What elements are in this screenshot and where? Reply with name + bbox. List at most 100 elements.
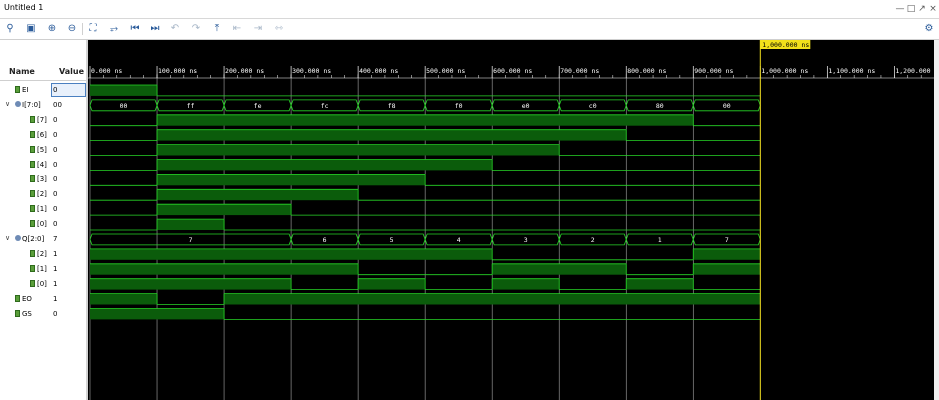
signal-row[interactable]: GS 0 [0,307,86,322]
bus-value-label: 2 [591,236,595,244]
zoom-in-icon[interactable]: ⊕ [45,21,59,36]
bus-value-label: 00 [723,102,731,110]
bus-value-label: fc [321,102,329,110]
bus-value-label: c0 [589,102,597,110]
name-value-header: Name Value [0,66,86,81]
signal-row[interactable]: [7] 0 [0,113,86,128]
signal-value: 1 [53,264,58,273]
signal-row[interactable]: [1] 1 [0,262,86,277]
signal-value: 0 [53,145,58,154]
ruler-tick-label: 300.000 ns [292,67,331,75]
signal-row[interactable]: [2] 0 [0,187,86,202]
next-marker-icon[interactable]: ⇥ [251,21,265,36]
bus-value-label: f0 [455,102,463,110]
signal-name: [1] [37,264,47,273]
signal-row[interactable]: ∨ I[7:0] 00 [0,98,86,113]
search-icon[interactable]: ⚲ [3,21,17,36]
bus-value-label: ff [187,102,195,110]
signal-name: [2] [37,190,47,199]
go-to-last-time-icon[interactable]: ⏭ [148,21,162,36]
window-titlebar: Untitled 1 — □ ↗ × [0,0,939,19]
signal-value: 0 [53,160,58,169]
settings-icon[interactable]: ⚙ [922,21,936,36]
bit-signal-icon [15,309,20,317]
signal-row[interactable]: [6] 0 [0,128,86,143]
signal-value: 0 [53,190,58,199]
next-transition-icon[interactable]: ↷ [189,21,203,36]
signal-name: EI [22,86,29,94]
chevron-down-icon[interactable]: ∨ [5,234,10,242]
signal-row[interactable]: EI 0 [0,83,86,98]
wave-high-region [157,144,560,156]
signal-row[interactable]: [4] 0 [0,158,86,173]
ruler-tick-label: 400.000 ns [359,67,398,75]
swap-cursors-icon[interactable]: ⇿ [272,21,286,36]
zoom-fit-icon[interactable]: ⛶ [86,21,100,36]
chevron-down-icon[interactable]: ∨ [5,100,10,108]
save-icon[interactable]: ▣ [24,21,38,36]
wave-high-region [90,85,158,96]
signal-row[interactable]: [0] 0 [0,217,86,232]
vertical-scrollbar[interactable] [934,40,939,400]
waveform-canvas[interactable]: 0.000 ns 100.000 ns 200.000 ns 300.000 ns 40… [88,40,934,400]
signal-row[interactable]: [1] 0 [0,202,86,217]
signal-name: [0] [37,220,47,229]
bit-signal-icon [15,294,20,302]
signal-value: 0 [53,86,58,94]
name-column-header[interactable]: Name [9,67,35,76]
signal-name: [0] [37,279,47,288]
bus-value-label: 1 [658,236,662,244]
bit-signal-icon [30,115,35,123]
toolbar: ⚲ ▣ ⊕ ⊖ ⛶ ⥅ ⏮ ⏭ ↶ ↷ ⤒ ⇤ ⇥ ⇿ ⚙ [0,19,939,40]
signal-name: [1] [37,205,47,214]
signal-row[interactable]: [0] 1 [0,277,86,292]
signal-name: [5] [37,145,47,154]
signal-name: Q[2:0] [22,235,45,243]
waveform-panel[interactable]: 0.000 ns 100.000 ns 200.000 ns 300.000 ns 40… [88,40,934,400]
wave-high-region [358,278,426,290]
signal-value: 0 [53,115,58,124]
bit-signal-icon [30,205,35,213]
bit-signal-icon [30,175,35,183]
wave-high-region [157,159,493,171]
bit-signal-icon [30,264,35,272]
signal-name: I[7:0] [22,100,41,109]
previous-transition-icon[interactable]: ↶ [168,21,182,36]
add-marker-icon[interactable]: ⤒ [210,21,224,36]
bus-value-label: 5 [390,236,394,244]
close-icon[interactable]: × [928,3,938,15]
minimize-icon[interactable]: — [895,3,905,15]
wave-high-region [492,278,560,290]
signal-row[interactable]: [5] 0 [0,143,86,158]
go-to-cursor-icon[interactable]: ⥅ [107,21,121,36]
bus-value-label: 80 [656,102,664,110]
ruler-tick-label: 0.000 ns [91,67,122,75]
previous-marker-icon[interactable]: ⇤ [230,21,244,36]
go-to-time-0-icon[interactable]: ⏮ [128,21,142,36]
restore-icon[interactable]: □ [906,3,916,15]
bus-value-label: 3 [524,236,528,244]
window-title: Untitled 1 [4,3,44,12]
wave-high-region [90,263,359,275]
bus-value-label: 7 [725,236,729,244]
bus-value-label: 7 [189,236,193,244]
signal-value: 0 [53,309,58,318]
wave-high-region [90,248,493,260]
signal-row[interactable]: EO 1 [0,292,86,307]
signal-row[interactable]: [2] 1 [0,247,86,262]
wave-high-region [693,248,761,260]
signal-row[interactable]: [3] 0 [0,172,86,187]
wave-high-region [157,114,694,126]
bit-signal-icon [30,279,35,287]
signal-row[interactable]: ∨ Q[2:0] 7 [0,232,86,247]
signal-value: 1 [53,279,58,288]
signal-name: EO [22,294,32,303]
signal-name-panel: Name Value EI 0 ∨ I[7:0] 00 [7] 0 [6] 0 [5] 0 [4] 0[… [0,40,86,400]
float-icon[interactable]: ↗ [917,3,927,15]
zoom-out-icon[interactable]: ⊖ [65,21,79,36]
value-column-header[interactable]: Value [59,67,84,76]
wave-high-region [693,263,761,275]
wave-high-region [90,278,292,290]
signal-value: 0 [53,130,58,139]
signal-value: 00 [53,100,62,109]
